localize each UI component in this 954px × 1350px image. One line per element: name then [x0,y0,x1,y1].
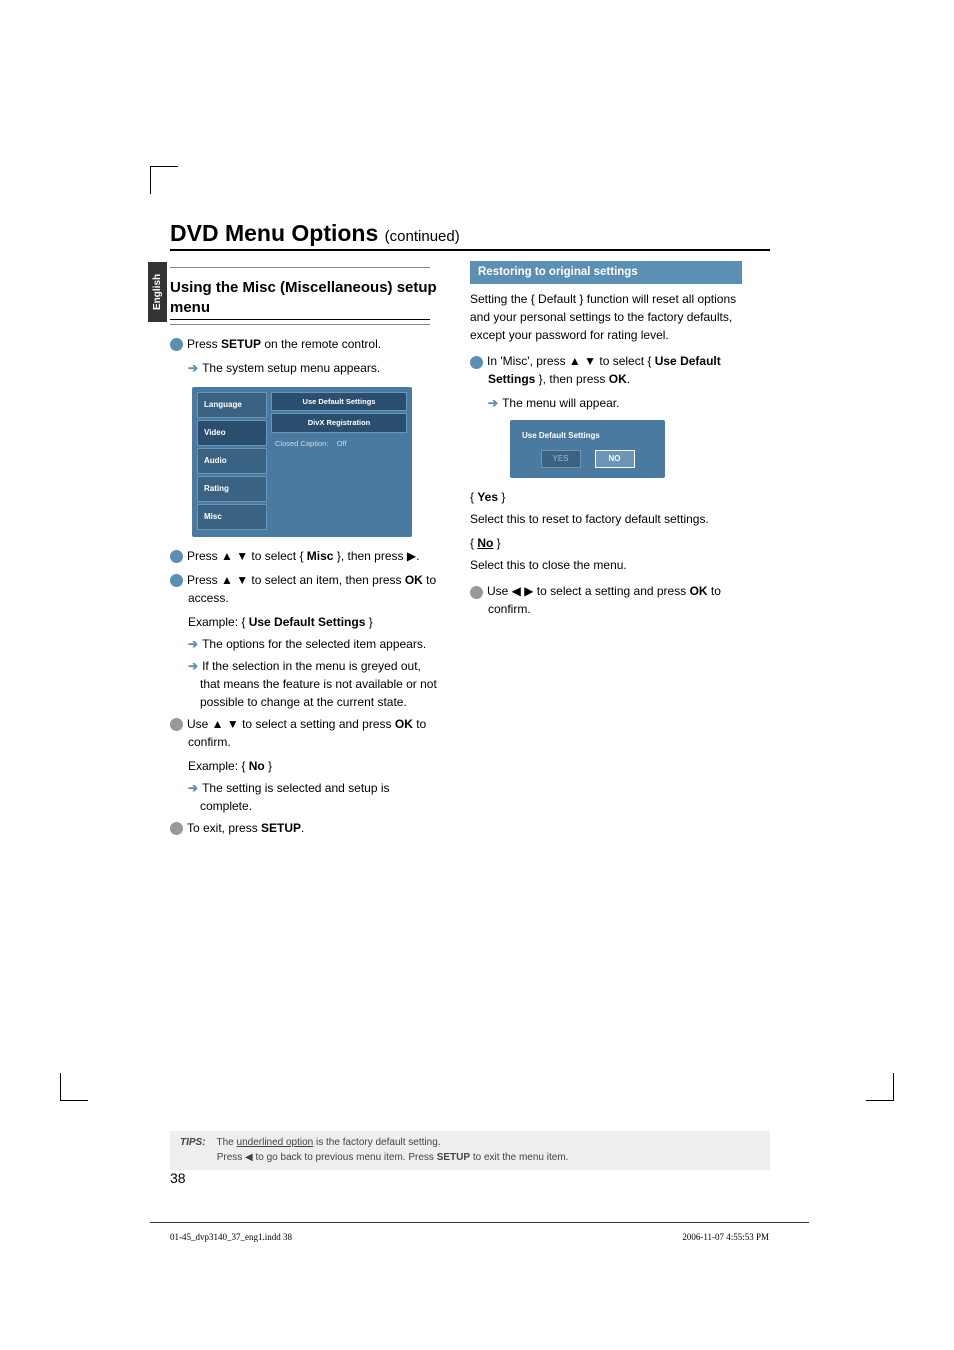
section-subtitle: (continued) [385,228,460,245]
menu-tab-rating: Rating [197,476,267,502]
option-yes: { Yes } [470,488,742,506]
info-bar-restoring: Restoring to original settings [470,261,742,284]
step-5: 5To exit, press SETUP. [170,819,442,837]
dialog-yes-button: YES [541,450,581,468]
arrow-icon: ➔ [188,781,198,795]
tips-box: TIPS: The underlined option is the facto… [170,1131,770,1170]
page-number: 38 [170,1170,186,1186]
menu-tab-misc: Misc [197,504,267,530]
step-3-result1: ➔The options for the selected item appea… [170,635,442,653]
menu-item-use-default: Use Default Settings [271,392,407,411]
main-content: DVD Menu Options (continued) Using the M… [170,220,770,843]
option-yes-body: Select this to reset to factory default … [470,510,742,528]
restoring-intro: Setting the { Default } function will re… [470,290,742,344]
step-1: 1Press SETUP on the remote control. [170,335,442,353]
option-no-body: Select this to close the menu. [470,556,742,574]
step-badge-2: 2 [170,550,183,563]
step-1-result: ➔The system setup menu appears. [170,359,442,377]
step-badge-1: 1 [170,338,183,351]
footer-date: 2006-11-07 4:55:53 PM [682,1232,769,1242]
step-4: 4Use ▲ ▼ to select a setting and press O… [170,715,442,751]
step-badge-2: 2 [470,586,483,599]
r-step-1-result: ➔The menu will appear. [470,394,742,412]
menu-item-cc: Closed Caption: Off [271,435,407,452]
step-4-result: ➔The setting is selected and setup is co… [170,779,442,815]
left-column: Using the Misc (Miscellaneous) setup men… [170,261,442,843]
menu-tab-language: Language [197,392,267,418]
subsection-heading: Using the Misc (Miscellaneous) setup men… [170,278,442,317]
menu-item-divx: DivX Registration [271,413,407,432]
arrow-icon: ➔ [188,659,198,673]
arrow-icon: ➔ [488,396,498,410]
default-dialog-screenshot: Use Default Settings YES NO [510,420,665,478]
step-badge-5: 5 [170,822,183,835]
tips-label: TIPS: [180,1137,206,1148]
r-step-2: 2Use ◀ ▶ to select a setting and press O… [470,582,742,618]
section-title: DVD Menu Options [170,220,385,246]
menu-tab-video: Video [197,420,267,446]
step-badge-3: 3 [170,574,183,587]
step-4-example: Example: { No } [170,757,442,775]
step-3: 3Press ▲ ▼ to select an item, then press… [170,571,442,607]
right-column: Restoring to original settings Setting t… [470,261,742,843]
step-badge-4: 4 [170,718,183,731]
language-tab: English [148,262,167,322]
footer-source: 01-45_dvp3140_37_eng1.indd 38 [170,1232,292,1242]
option-no: { No } [470,534,742,552]
dialog-title: Use Default Settings [518,430,657,442]
step-3-example: Example: { Use Default Settings } [170,613,442,631]
step-3-result2: ➔If the selection in the menu is greyed … [170,657,442,711]
arrow-icon: ➔ [188,361,198,375]
arrow-icon: ➔ [188,637,198,651]
step-2: 2Press ▲ ▼ to select { Misc }, then pres… [170,547,442,565]
step-badge-1: 1 [470,356,483,369]
dialog-no-button: NO [595,450,635,468]
menu-tab-audio: Audio [197,448,267,474]
setup-menu-screenshot: Language Video Audio Rating Misc Use Def… [192,387,412,537]
r-step-1: 1In 'Misc', press ▲ ▼ to select { Use De… [470,352,742,388]
